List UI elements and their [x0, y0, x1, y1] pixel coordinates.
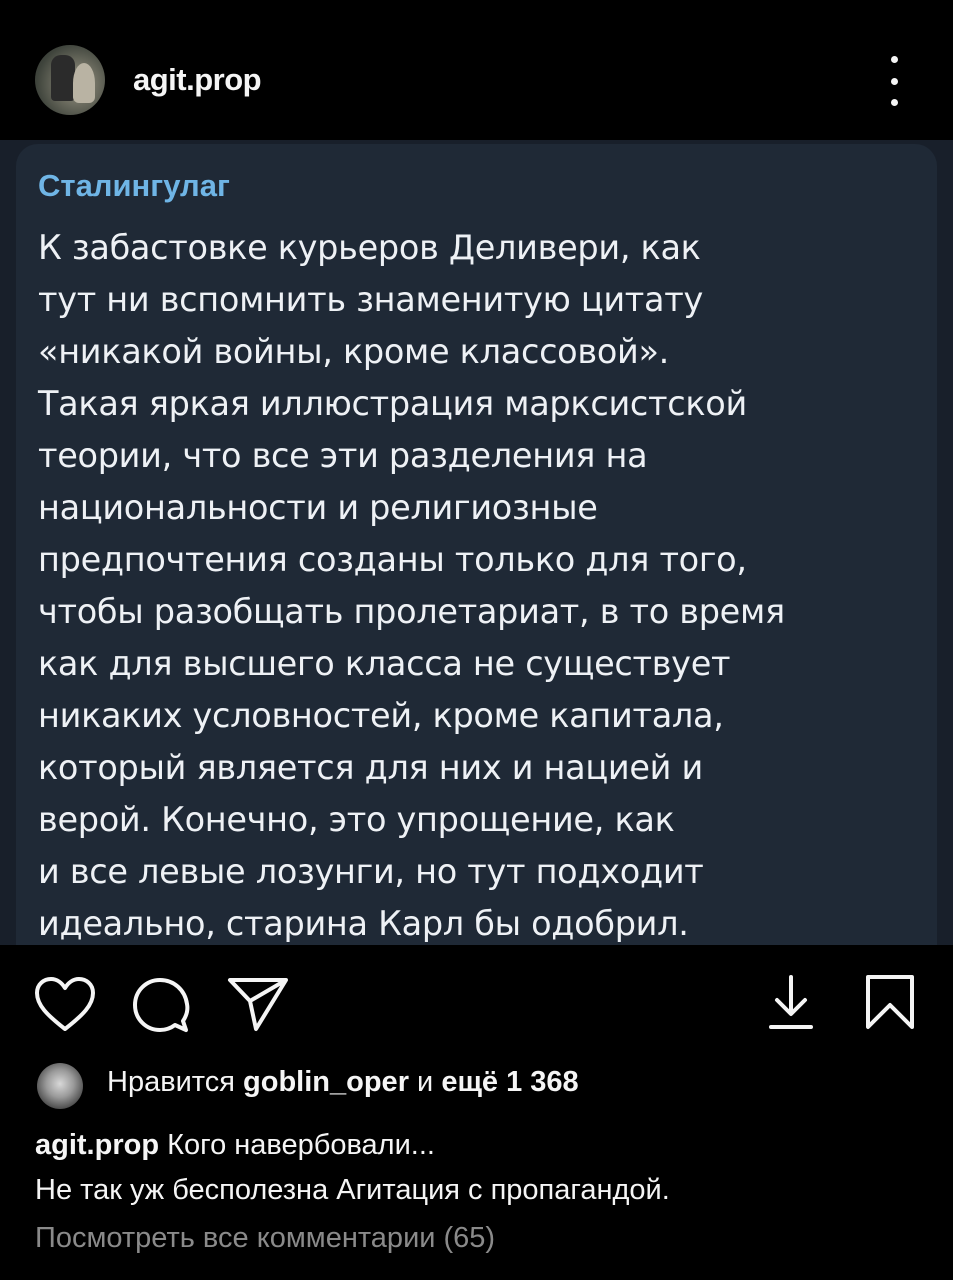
likes-row[interactable]: Нравится goblin_oper и ещё 1 368 — [0, 1060, 953, 1110]
message-line: никаких условностей, кроме капитала, — [38, 696, 724, 735]
dot — [890, 56, 898, 63]
message-line: и все левые лозунги, но тут подходит — [38, 852, 704, 891]
likes-summary[interactable]: Нравится goblin_oper и ещё 1 368 — [107, 1066, 579, 1099]
likes-prefix: Нравится — [107, 1066, 235, 1098]
dot — [890, 99, 898, 106]
post-header: agit.prop — [0, 0, 953, 140]
message-line: Такая яркая иллюстрация марксистской — [38, 384, 747, 423]
bookmark-icon[interactable] — [864, 973, 916, 1031]
message-sender: Сталингулаг — [38, 168, 230, 203]
likes-middle: и — [417, 1066, 434, 1098]
heart-icon[interactable] — [33, 975, 97, 1035]
message-line: предпочтения созданы только для того, — [38, 540, 747, 579]
send-icon[interactable] — [226, 975, 290, 1033]
liker-avatar — [37, 1063, 83, 1109]
message-line: идеально, старина Карл бы одобрил. — [38, 904, 689, 943]
message-text: К забастовке курьеров Деливери, как тут … — [38, 222, 918, 945]
message-line: национальности и религиозные — [38, 488, 598, 527]
message-line: который является для них и нацией и — [38, 748, 703, 787]
message-line: чтобы разобщать пролетариат, в то время — [38, 592, 785, 631]
caption-line: agit.prop Кого навербовали... — [35, 1123, 935, 1168]
likes-count[interactable]: ещё 1 368 — [441, 1066, 578, 1098]
download-icon[interactable] — [765, 973, 817, 1031]
caption-text: Кого навербовали... — [167, 1129, 435, 1161]
liker-username[interactable]: goblin_oper — [243, 1066, 409, 1098]
message-line: тут ни вспомнить знаменитую цитату — [38, 280, 703, 319]
message-line: теории, что все эти разделения на — [38, 436, 648, 475]
post-image[interactable]: Сталингулаг К забастовке курьеров Деливе… — [0, 140, 953, 945]
dot — [890, 77, 898, 85]
avatar-figure — [51, 55, 75, 101]
caption: agit.prop Кого навербовали... Не так уж … — [35, 1123, 935, 1213]
action-bar — [0, 945, 953, 1045]
message-line: «никакой войны, кроме классовой». — [38, 332, 670, 371]
caption-author[interactable]: agit.prop — [35, 1129, 159, 1161]
post-username[interactable]: agit.prop — [133, 62, 262, 98]
message-line: как для высшего класса не существует — [38, 644, 731, 683]
view-all-comments-link[interactable]: Посмотреть все комментарии (65) — [35, 1222, 495, 1255]
caption-line-2: Не так уж бесполезна Агитация с пропаган… — [35, 1174, 670, 1206]
message-line: верой. Конечно, это упрощение, как — [38, 800, 675, 839]
more-options-icon[interactable] — [880, 56, 908, 106]
avatar-figure — [73, 63, 95, 103]
message-line: К забастовке курьеров Деливери, как — [38, 228, 701, 267]
avatar[interactable] — [35, 45, 105, 115]
comment-icon[interactable] — [131, 975, 191, 1035]
